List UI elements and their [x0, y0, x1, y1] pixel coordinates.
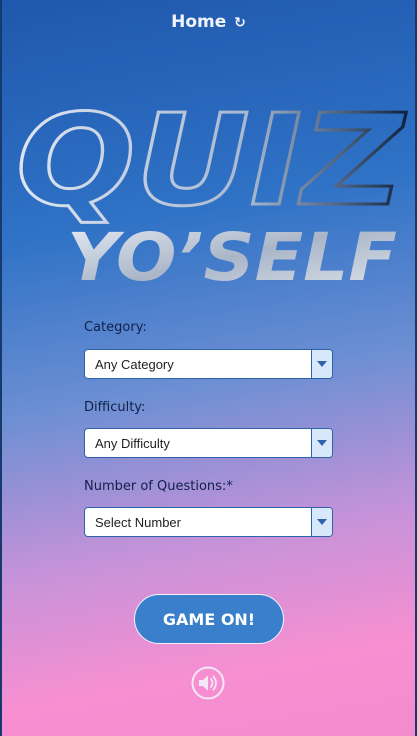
quiz-yoself-logo: QUIZ YO’SELF — [15, 92, 409, 292]
difficulty-value: Any Difficulty — [95, 436, 170, 451]
chevron-down-icon[interactable] — [311, 350, 332, 378]
chevron-down-icon[interactable] — [311, 508, 332, 536]
home-label: Home — [171, 12, 227, 32]
category-select[interactable]: Any Category — [84, 349, 333, 379]
category-label: Category: — [84, 320, 147, 335]
refresh-icon: ↻ — [234, 15, 246, 31]
difficulty-select[interactable]: Any Difficulty — [84, 428, 333, 458]
category-value: Any Category — [95, 357, 174, 372]
questions-value: Select Number — [95, 515, 181, 530]
questions-label: Number of Questions:* — [84, 479, 233, 494]
logo-quiz-text: QUIZ — [16, 92, 407, 234]
game-on-button[interactable]: GAME ON! — [134, 594, 284, 644]
logo-yoself-text: YO’SELF — [67, 219, 397, 292]
questions-select[interactable]: Select Number — [84, 507, 333, 537]
chevron-down-icon[interactable] — [311, 429, 332, 457]
speaker-icon[interactable] — [191, 666, 225, 700]
home-link[interactable]: Home ↻ — [0, 12, 417, 32]
difficulty-label: Difficulty: — [84, 400, 146, 415]
